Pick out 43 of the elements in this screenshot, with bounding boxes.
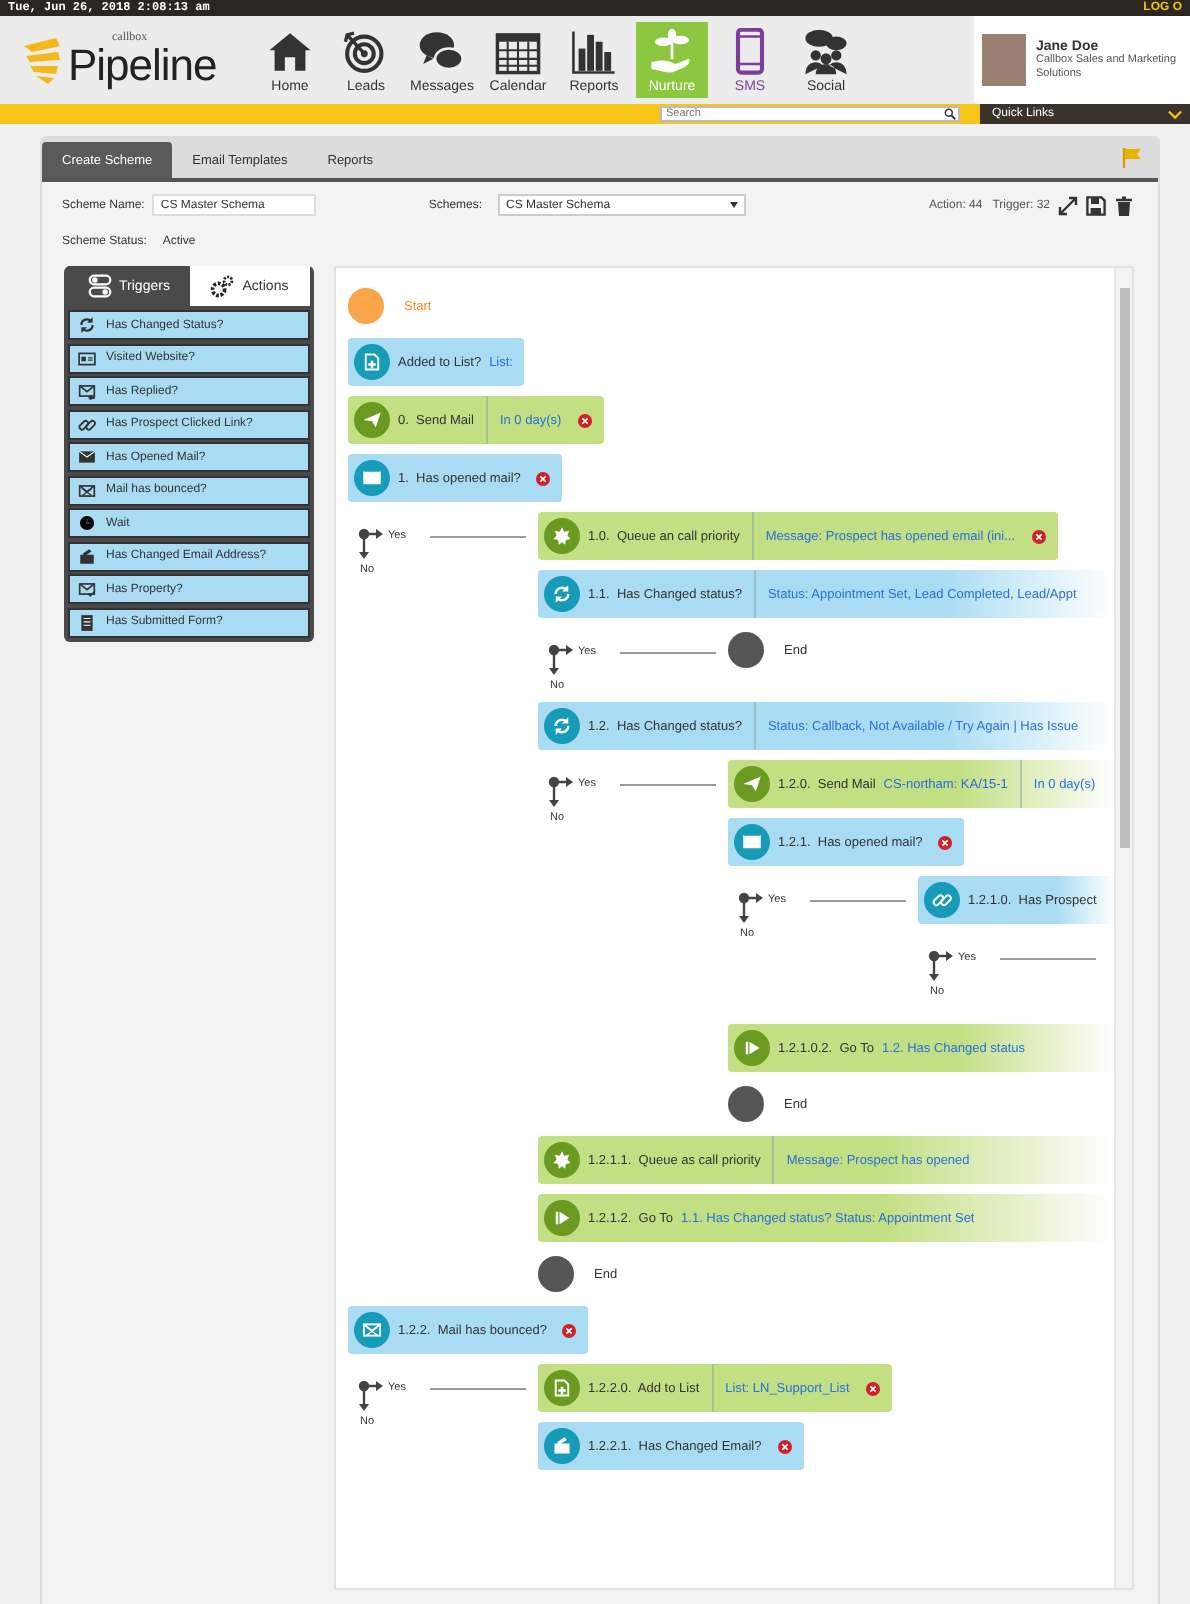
end-circle (728, 1086, 764, 1122)
remove-icon[interactable] (865, 1381, 880, 1395)
branch-icon (736, 892, 764, 924)
remove-icon[interactable] (562, 1323, 577, 1337)
changed-status-icon (544, 576, 580, 612)
branch-icon (356, 1380, 384, 1412)
expand-icon[interactable] (1058, 195, 1078, 215)
remove-icon[interactable] (938, 835, 953, 849)
remove-icon[interactable] (536, 471, 551, 485)
toggle-icon (87, 274, 112, 298)
avatar-placeholder (982, 34, 1026, 86)
clicked-link-icon (78, 415, 96, 433)
trash-icon[interactable] (1114, 195, 1134, 215)
send-mail-icon (734, 766, 770, 802)
remove-icon[interactable] (1031, 529, 1046, 543)
clicked-link-icon (924, 882, 960, 918)
end-circle (538, 1256, 574, 1292)
gears-icon (210, 274, 235, 298)
calendar-icon (494, 28, 542, 76)
start-circle (348, 288, 384, 324)
save-icon[interactable] (1086, 195, 1106, 215)
opened-mail-icon (78, 448, 96, 466)
remove-icon[interactable] (777, 1439, 792, 1453)
scrollbar-thumb[interactable] (1119, 288, 1129, 848)
bar-chart-icon (570, 28, 618, 76)
branch-icon (546, 776, 574, 808)
branch-icon (546, 644, 574, 676)
remove-icon[interactable] (577, 413, 592, 427)
opened-mail-icon (734, 824, 770, 860)
caret-icon (730, 202, 739, 208)
people-icon (802, 28, 850, 76)
changed-status-icon (78, 316, 96, 334)
logo-fan-icon (20, 34, 64, 86)
search-icon[interactable] (944, 108, 956, 120)
logo-name: Pipeline (68, 44, 217, 88)
house-icon (266, 28, 314, 76)
send-mail-icon (354, 402, 390, 438)
end-circle (728, 632, 764, 668)
chevron-icon (1168, 109, 1182, 119)
changed-status-icon (544, 708, 580, 744)
opened-mail-icon (354, 460, 390, 496)
branch-icon (356, 528, 384, 560)
branch-icon (926, 950, 954, 982)
